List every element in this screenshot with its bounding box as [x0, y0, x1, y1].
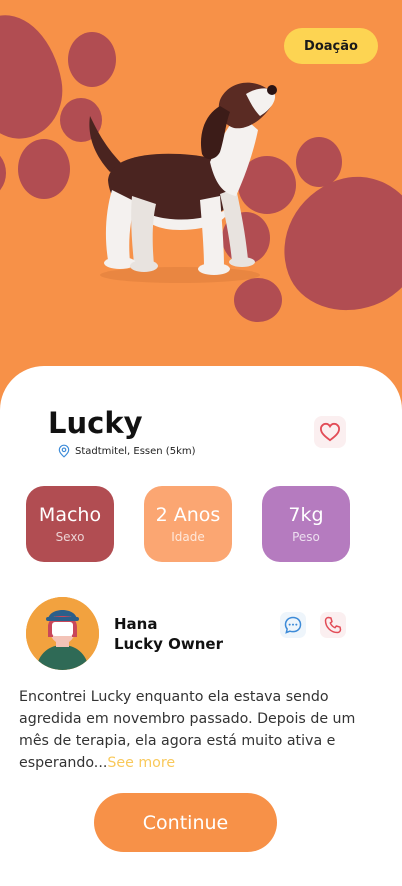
owner-role: Lucky Owner — [114, 635, 223, 653]
pet-description: Encontrei Lucky enquanto ela estava send… — [19, 686, 381, 774]
heart-icon — [319, 422, 341, 442]
pet-name: Lucky — [48, 406, 143, 440]
donation-badge[interactable]: Doação — [284, 28, 378, 64]
phone-icon — [324, 616, 342, 634]
chat-icon — [284, 616, 302, 634]
paw-blob — [0, 150, 6, 196]
owner-avatar[interactable] — [26, 597, 99, 670]
description-text: Encontrei Lucky enquanto ela estava send… — [19, 689, 356, 771]
stat-value: Macho — [38, 504, 102, 526]
stat-label: Idade — [171, 530, 205, 544]
call-button[interactable] — [320, 612, 346, 638]
stat-value: 7kg — [288, 504, 324, 526]
stat-label: Peso — [292, 530, 320, 544]
owner-name: Hana — [114, 615, 158, 633]
stat-label: Sexo — [55, 530, 85, 544]
dog-illustration — [89, 82, 277, 283]
location-text: Stadtmitel, Essen (5km) — [75, 445, 196, 457]
paw-blob — [296, 137, 342, 187]
pet-location: Stadtmitel, Essen (5km) — [57, 444, 196, 458]
favorite-button[interactable] — [314, 416, 346, 448]
see-more-link[interactable]: See more — [107, 755, 175, 771]
continue-button[interactable]: Continue — [94, 793, 277, 852]
owner-avatar-image — [26, 597, 99, 670]
stat-age: 2 Anos Idade — [144, 486, 232, 562]
paw-blob — [18, 139, 70, 199]
stat-value: 2 Anos — [155, 504, 221, 526]
location-pin-icon — [58, 444, 70, 458]
stat-weight: 7kg Peso — [262, 486, 350, 562]
chat-button[interactable] — [280, 612, 306, 638]
stat-sex: Macho Sexo — [26, 486, 114, 562]
